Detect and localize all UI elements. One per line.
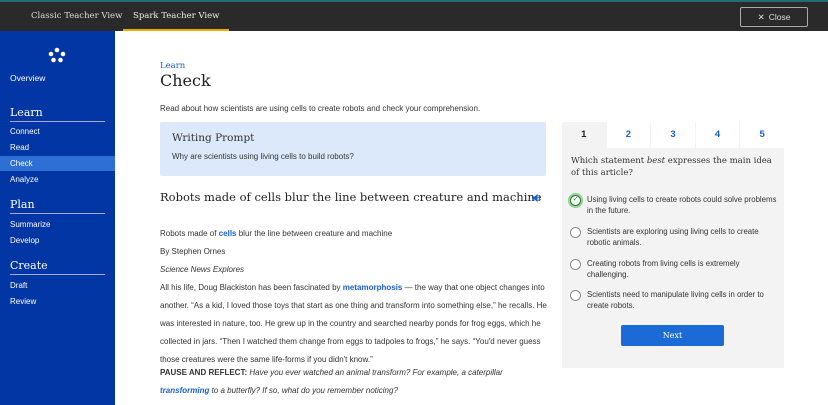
question-tab-5[interactable]: 5 [740,122,784,148]
sidebar-item-analyze[interactable]: Analyze [0,172,115,187]
breadcrumb[interactable]: Learn [160,61,185,71]
answer-option[interactable]: Scientists are exploring using living ce… [570,227,780,248]
radio-icon[interactable] [570,290,581,301]
section-plan: Plan [10,198,105,214]
glossary-link-cells[interactable]: cells [219,229,237,238]
answer-option[interactable]: Scientists need to manipulate living cel… [570,290,780,311]
radio-icon[interactable] [570,259,581,270]
sidebar-item-connect[interactable]: Connect [0,124,115,139]
logo-icon [48,47,66,63]
sidebar: Overview Learn Connect Read Check Analyz… [0,31,115,405]
question-tab-1[interactable]: 1 [562,122,606,148]
close-button[interactable]: ✕ Close [740,7,808,27]
close-label: Close [769,12,791,22]
prompt-title: Writing Prompt [172,132,534,144]
question-tab-2[interactable]: 2 [607,122,651,148]
answer-option[interactable]: Creating robots from living cells is ext… [570,259,780,280]
question-tab-4[interactable]: 4 [696,122,740,148]
question-text: Which statement best expresses the main … [571,155,776,179]
article-paragraph: All his life, Doug Blackiston has been f… [160,279,548,369]
pause-and-reflect: PAUSE AND REFLECT: Have you ever watched… [160,364,520,400]
radio-icon[interactable] [570,227,581,238]
section-learn: Learn [10,106,105,122]
quiz-panel: 1 2 3 4 5 Which statement best expresses… [562,122,784,368]
sidebar-item-read[interactable]: Read [0,140,115,155]
byline: By Stephen Ornes [160,243,548,261]
close-icon: ✕ [758,12,765,23]
tab-classic-teacher-view[interactable]: Classic Teacher View [21,2,132,31]
checked-radio-icon[interactable]: ✓ [570,195,581,206]
glossary-link-metamorphosis[interactable]: metamorphosis [343,283,403,292]
page-intro: Read about how scientists are using cell… [160,104,480,113]
sidebar-item-summarize[interactable]: Summarize [0,217,115,232]
article-headline: Robots made of cells blur the line betwe… [160,190,542,204]
prompt-text: Why are scientists using living cells to… [172,152,534,161]
article-subtitle: Robots made of cells blur the line betwe… [160,225,548,243]
page-title: Check [160,71,211,90]
source: Science News Explores [160,261,548,279]
section-create: Create [10,259,105,275]
sidebar-item-develop[interactable]: Develop [0,233,115,248]
next-button[interactable]: Next [621,325,724,346]
sidebar-item-check[interactable]: Check [0,156,115,171]
sidebar-item-overview[interactable]: Overview [10,73,45,83]
speaker-icon[interactable] [531,193,541,203]
top-bar: Classic Teacher View Spark Teacher View … [0,0,828,31]
answer-option[interactable]: ✓Using living cells to create robots cou… [570,195,780,216]
writing-prompt: Writing Prompt Why are scientists using … [160,122,546,176]
question-tab-3[interactable]: 3 [651,122,695,148]
sidebar-item-draft[interactable]: Draft [0,278,115,293]
tab-spark-teacher-view[interactable]: Spark Teacher View [123,2,229,31]
glossary-link-transforming[interactable]: transforming [160,386,209,395]
sidebar-item-review[interactable]: Review [0,294,115,309]
